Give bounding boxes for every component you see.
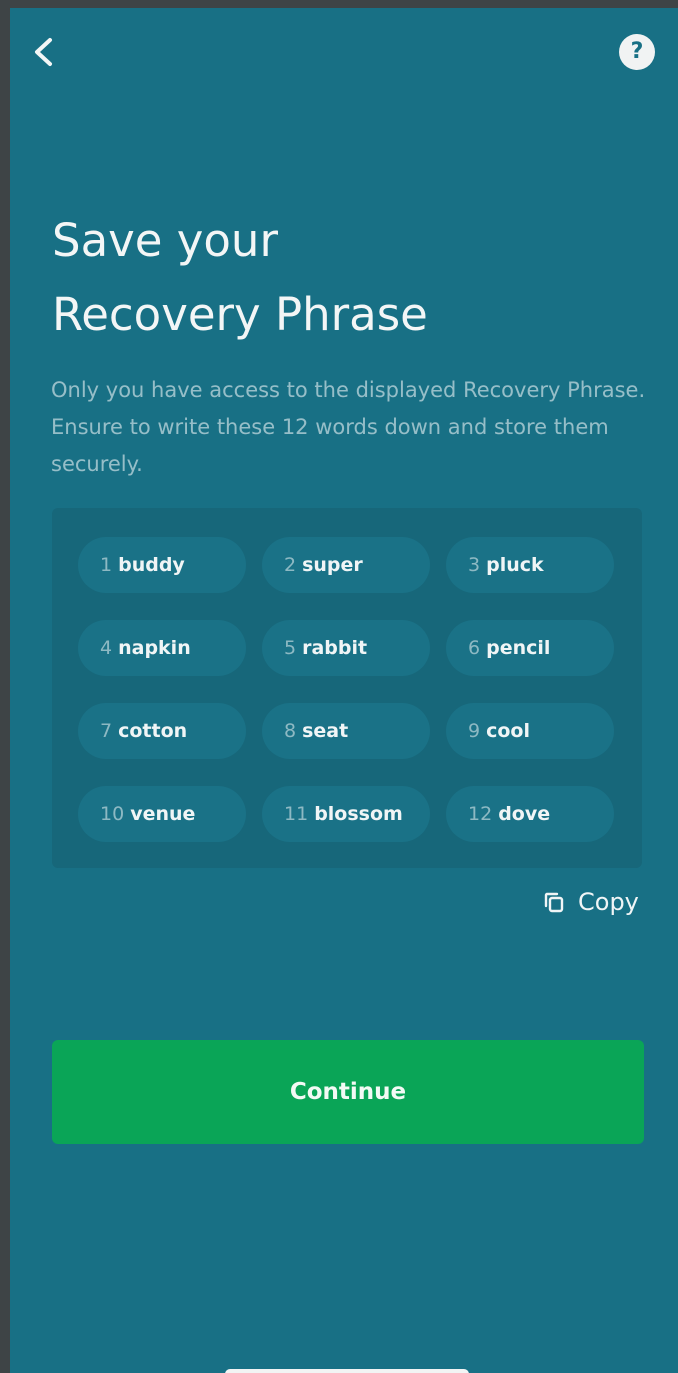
home-indicator — [225, 1369, 469, 1373]
word-number: 7 — [100, 720, 113, 742]
word-chip: 6 pencil — [446, 620, 614, 676]
word-number: 9 — [468, 720, 481, 742]
word-number: 4 — [100, 637, 113, 659]
word-chip: 3 pluck — [446, 537, 614, 593]
help-button[interactable]: ? — [619, 34, 655, 70]
page-title-line-1: Save your — [52, 214, 278, 267]
word-chip: 1 buddy — [78, 537, 246, 593]
word-number: 6 — [468, 637, 481, 659]
word-number: 5 — [284, 637, 297, 659]
page-title: Save your Recovery Phrase — [52, 204, 652, 352]
word-text: rabbit — [302, 637, 368, 659]
word-number: 1 — [100, 554, 113, 576]
word-text: cool — [486, 720, 530, 742]
word-chip: 8 seat — [262, 703, 430, 759]
copy-icon — [544, 892, 564, 913]
word-number: 3 — [468, 554, 481, 576]
word-chip: 7 cotton — [78, 703, 246, 759]
word-text: buddy — [118, 554, 185, 576]
recovery-phrase-screen: ? Save your Recovery Phrase Only you hav… — [10, 8, 678, 1373]
word-number: 12 — [468, 803, 493, 825]
word-text: pencil — [486, 637, 551, 659]
back-button[interactable] — [24, 32, 60, 72]
copy-label: Copy — [578, 888, 639, 916]
page-title-line-2: Recovery Phrase — [52, 288, 428, 341]
word-chip: 11 blossom — [262, 786, 430, 842]
word-number: 10 — [100, 803, 125, 825]
word-text: cotton — [118, 720, 188, 742]
word-number: 2 — [284, 554, 297, 576]
word-text: napkin — [118, 637, 191, 659]
word-chip: 4 napkin — [78, 620, 246, 676]
word-grid: 1 buddy 2 super 3 pluck 4 napkin 5 rabbit 6 pe… — [78, 537, 614, 842]
word-chip: 2 super — [262, 537, 430, 593]
page-description: Only you have access to the displayed Re… — [51, 378, 646, 476]
word-chip: 10 venue — [78, 786, 246, 842]
help-icon: ? — [630, 39, 644, 64]
word-text: blossom — [314, 803, 403, 825]
copy-button[interactable]: Copy — [542, 884, 639, 920]
recovery-phrase-box: 1 buddy 2 super 3 pluck 4 napkin 5 rabbit 6 pe… — [52, 508, 642, 868]
word-text: dove — [498, 803, 551, 825]
word-text: seat — [302, 720, 349, 742]
word-text: pluck — [486, 554, 544, 576]
word-chip: 12 dove — [446, 786, 614, 842]
continue-button[interactable]: Continue — [52, 1040, 644, 1144]
word-chip: 9 cool — [446, 703, 614, 759]
word-chip: 5 rabbit — [262, 620, 430, 676]
word-number: 8 — [284, 720, 297, 742]
word-text: venue — [130, 803, 196, 825]
chevron-left-icon — [35, 38, 52, 66]
word-text: super — [302, 554, 363, 576]
word-number: 11 — [284, 803, 309, 825]
